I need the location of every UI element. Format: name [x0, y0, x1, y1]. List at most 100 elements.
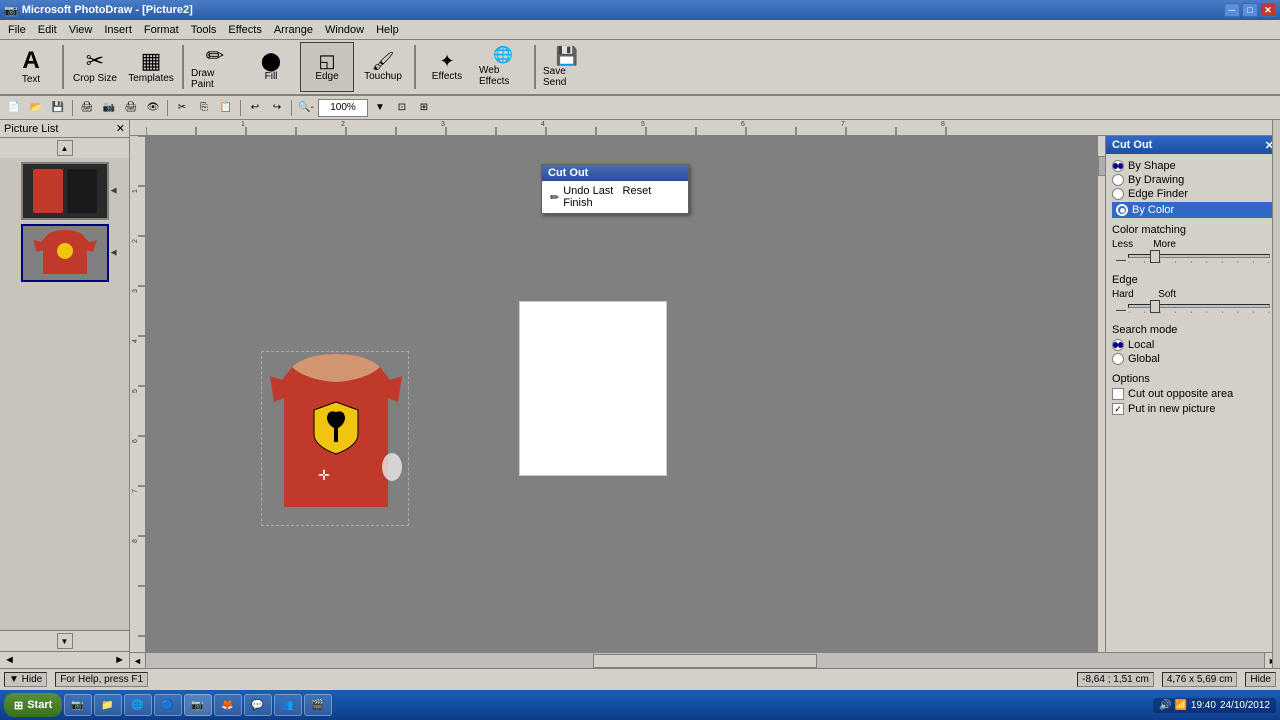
taskbar-app-icon-2: 📁: [101, 700, 113, 711]
local-option[interactable]: Local: [1112, 339, 1274, 351]
taskbar-explorer[interactable]: 📁: [94, 694, 122, 716]
menu-arrange[interactable]: Arrange: [268, 22, 319, 38]
fit-button[interactable]: ⊡: [392, 98, 412, 118]
h-scroll-left[interactable]: ◄: [130, 653, 146, 669]
open-button[interactable]: 📂: [26, 98, 46, 118]
zoom-level[interactable]: 100%: [318, 99, 368, 117]
taskbar-skype[interactable]: 💬: [244, 694, 272, 716]
global-option[interactable]: Global: [1112, 353, 1274, 365]
undo-button[interactable]: ↩: [245, 98, 265, 118]
menu-help[interactable]: Help: [370, 22, 405, 38]
cut-button[interactable]: ✂: [172, 98, 192, 118]
h-scroll-thumb[interactable]: [593, 654, 817, 668]
picture-list-up[interactable]: ▲: [57, 140, 73, 156]
menu-insert[interactable]: Insert: [98, 22, 138, 38]
put-new-checkbox[interactable]: [1112, 403, 1124, 415]
by-drawing-radio[interactable]: [1112, 174, 1124, 186]
thumbnail-2-img: [23, 226, 107, 280]
web-effects-icon: 🌐: [493, 48, 513, 64]
hide-toggle[interactable]: ▼ Hide: [4, 672, 47, 687]
undo-last-btn[interactable]: Undo Last Reset Finish: [563, 185, 680, 209]
new-button[interactable]: 📄: [4, 98, 24, 118]
edge-label: Edge: [315, 71, 338, 82]
taskbar-browser1[interactable]: 🌐: [124, 694, 152, 716]
v-scroll-thumb[interactable]: [1098, 156, 1105, 176]
color-slider-thumb[interactable]: [1150, 250, 1160, 263]
menu-window[interactable]: Window: [319, 22, 370, 38]
cut-opposite-checkbox[interactable]: [1112, 388, 1124, 400]
effects-tool[interactable]: ✦ Effects: [420, 42, 474, 92]
canvas-area[interactable]: ✛ Cut Out ✏: [146, 136, 1105, 652]
edge-slider-thumb[interactable]: [1150, 300, 1160, 313]
crop-size-tool[interactable]: ✂ Crop Size: [68, 42, 122, 92]
zoom-dropdown[interactable]: ▼: [370, 98, 390, 118]
svg-text:8: 8: [132, 539, 139, 543]
draw-icon: ✏: [206, 45, 224, 67]
edge-finder-radio[interactable]: [1112, 188, 1124, 200]
taskbar-photodraw[interactable]: 📷: [64, 694, 92, 716]
hide-button[interactable]: Hide: [1245, 672, 1276, 687]
taskbar-users[interactable]: 👥: [274, 694, 302, 716]
zoom-out-button[interactable]: 🔍-: [296, 98, 316, 118]
h-scroll-track[interactable]: [146, 653, 1264, 669]
print-button[interactable]: 🖨: [121, 98, 141, 118]
scan-button[interactable]: 🖨: [77, 98, 97, 118]
pic-scroll-right[interactable]: ►: [114, 654, 125, 666]
thumbnail-2[interactable]: [21, 224, 109, 282]
draw-label: Draw Paint: [191, 68, 239, 90]
close-button[interactable]: ✕: [1260, 3, 1276, 17]
templates-tool[interactable]: ▦ Templates: [124, 42, 178, 92]
web-effects-tool[interactable]: 🌐 Web Effects: [476, 42, 530, 92]
by-shape-option[interactable]: By Shape: [1112, 160, 1274, 172]
statusbar: ▼ Hide For Help, press F1 -8,64 ; 1,51 c…: [0, 668, 1280, 690]
svg-text:8: 8: [941, 121, 945, 128]
global-radio[interactable]: [1112, 353, 1124, 365]
actual-size-button[interactable]: ⊞: [414, 98, 434, 118]
taskbar-chrome[interactable]: 🔵: [154, 694, 182, 716]
minimize-button[interactable]: ─: [1224, 3, 1240, 17]
toolbar-sep2: [182, 45, 184, 89]
local-radio[interactable]: [1112, 339, 1124, 351]
menu-edit[interactable]: Edit: [32, 22, 63, 38]
paste-button[interactable]: 📋: [216, 98, 236, 118]
menu-view[interactable]: View: [63, 22, 99, 38]
cut-opposite-option[interactable]: Cut out opposite area: [1112, 388, 1274, 400]
draw-paint-tool[interactable]: ✏ Draw Paint: [188, 42, 242, 92]
copy-button[interactable]: ⎘: [194, 98, 214, 118]
put-new-option[interactable]: Put in new picture: [1112, 403, 1274, 415]
by-color-radio[interactable]: [1116, 204, 1128, 216]
text-tool[interactable]: A Text: [4, 42, 58, 92]
touchup-tool[interactable]: 🖌 Touchup: [356, 42, 410, 92]
edge-slider-track[interactable]: ··········: [1128, 304, 1270, 316]
panel-resize-handle[interactable]: [1272, 154, 1280, 652]
svg-text:2: 2: [132, 239, 139, 243]
taskbar-firefox[interactable]: 🦊: [214, 694, 242, 716]
menu-tools[interactable]: Tools: [185, 22, 223, 38]
color-slider-track[interactable]: ··········: [1128, 254, 1270, 266]
pic-scroll-left[interactable]: ◄: [4, 654, 15, 666]
taskbar-photodraw2[interactable]: 📷: [184, 694, 212, 716]
maximize-button[interactable]: □: [1242, 3, 1258, 17]
shirt-container: ✛: [261, 351, 409, 526]
picture-list-close[interactable]: ✕: [116, 122, 125, 135]
fill-tool[interactable]: ⬤ Fill: [244, 42, 298, 92]
picture-list-down[interactable]: ▼: [57, 633, 73, 649]
preview-button[interactable]: 👁: [143, 98, 163, 118]
dimensions-text: 4,76 x 5,69 cm: [1167, 674, 1233, 685]
menu-effects[interactable]: Effects: [222, 22, 267, 38]
save-send-tool[interactable]: 💾 Save Send: [540, 42, 594, 92]
save-button[interactable]: 💾: [48, 98, 68, 118]
thumbnail-1[interactable]: [21, 162, 109, 220]
by-drawing-option[interactable]: By Drawing: [1112, 174, 1274, 186]
camera-button[interactable]: 📷: [99, 98, 119, 118]
canvas-v-scrollbar[interactable]: [1097, 136, 1105, 652]
menu-format[interactable]: Format: [138, 22, 185, 38]
by-color-option[interactable]: By Color: [1112, 202, 1274, 218]
edge-tool[interactable]: ◱ Edge: [300, 42, 354, 92]
redo-button[interactable]: ↪: [267, 98, 287, 118]
by-shape-radio[interactable]: [1112, 160, 1124, 172]
taskbar-media[interactable]: 🎬: [304, 694, 332, 716]
edge-finder-option[interactable]: Edge Finder: [1112, 188, 1274, 200]
start-button[interactable]: ⊞ Start: [4, 693, 62, 717]
menu-file[interactable]: File: [2, 22, 32, 38]
